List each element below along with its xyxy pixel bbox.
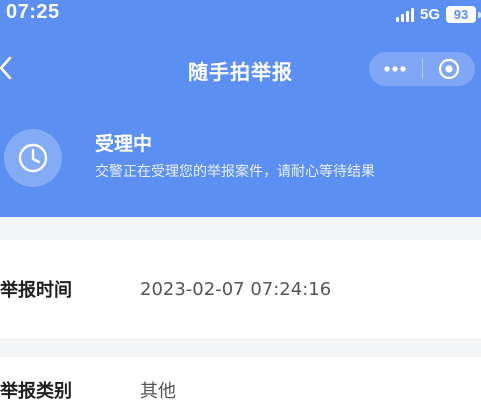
battery-level: 93 <box>453 7 469 22</box>
status-title: 受理中 <box>95 133 153 155</box>
report-time-row: 举报时间 2023-02-07 07:24:16 <box>0 240 481 338</box>
network-type: 5G <box>419 6 440 23</box>
signal-icon <box>395 7 414 22</box>
target-circle-icon <box>438 58 459 80</box>
clock-icon <box>4 129 62 187</box>
status-indicators: 5G 93 <box>395 6 481 23</box>
more-button[interactable] <box>369 52 422 86</box>
report-type-value: 其他 <box>140 381 176 402</box>
report-time-label: 举报时间 <box>0 280 72 301</box>
mini-program-capsule <box>369 52 475 86</box>
more-dots-icon <box>384 66 406 72</box>
report-type-label: 举报类别 <box>0 381 72 402</box>
system-status-bar: 07:25 5G 93 <box>0 0 481 32</box>
close-button[interactable] <box>423 52 476 86</box>
report-status-banner: 受理中 交警正在受理您的举报案件，请耐心等待结果 <box>0 120 481 200</box>
battery-icon: 93 <box>446 6 476 23</box>
status-description: 交警正在受理您的举报案件，请耐心等待结果 <box>95 164 375 180</box>
navigation-bar: 随手拍举报 <box>0 40 481 96</box>
report-type-row: 举报类别 其他 <box>0 357 481 417</box>
status-time: 07:25 <box>6 1 60 23</box>
report-time-value: 2023-02-07 07:24:16 <box>140 278 332 300</box>
